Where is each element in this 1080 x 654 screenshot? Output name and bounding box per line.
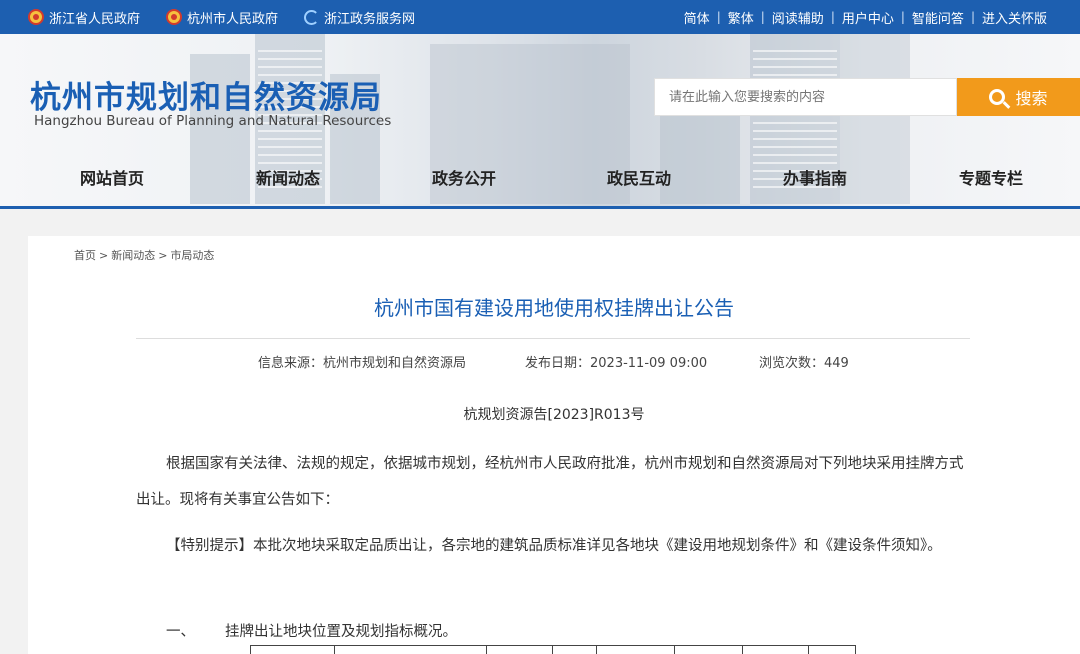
reading-assist-link[interactable]: 阅读辅助 [765,8,831,27]
site-header: 杭州市规划和自然资源局 Hangzhou Bureau of Planning … [0,34,1080,208]
nav-gov-affairs[interactable]: 政务公开 [432,165,496,205]
breadcrumb-separator: > [158,249,168,262]
paragraph-text: 根据国家有关法律、法规的规定，依据城市规划，经杭州市人民政府批准，杭州市规划和自… [136,456,964,508]
breadcrumb-home[interactable]: 首页 [74,249,96,262]
national-emblem-icon [166,9,183,25]
header-divider [0,206,1080,209]
care-mode-link[interactable]: 进入关怀版 [975,8,1054,27]
parcel-table [250,645,856,654]
top-bar: 浙江省人民政府 杭州市人民政府 浙江政务服务网 简体 | 繁体 | 阅读辅助 |… [0,0,1080,34]
article-title: 杭州市国有建设用地使用权挂牌出让公告 [374,296,734,320]
article-date: 发布日期：2023-11-09 09:00 [525,356,708,371]
hangzhou-gov-label: 杭州市人民政府 [187,11,279,27]
nav-service-guide[interactable]: 办事指南 [783,165,847,205]
nav-home[interactable]: 网站首页 [80,165,144,205]
paragraph-text: 【特别提示】本批次地块采取定品质出让，各宗地的建筑品质标准详见各地块《建设用地规… [166,538,942,554]
national-emblem-icon [28,9,44,25]
nav-interaction[interactable]: 政民互动 [607,165,671,205]
article-paragraph: 根据国家有关法律、法规的规定，依据城市规划，经杭州市人民政府批准，杭州市规划和自… [136,446,966,518]
breadcrumb-separator: > [99,249,109,262]
gov-links: 浙江省人民政府 杭州市人民政府 浙江政务服务网 [28,0,441,34]
site-logo-title[interactable]: 杭州市规划和自然资源局 [30,72,382,117]
title-divider [136,338,970,339]
smart-qa-link[interactable]: 智能问答 [905,8,971,27]
traditional-chinese-link[interactable]: 繁体 [721,8,761,27]
search-input[interactable] [654,78,957,116]
section-number: 一、 [166,624,195,640]
search-icon [989,89,1006,105]
zhejiang-gov-link[interactable]: 浙江省人民政府 [28,8,140,27]
special-notice-paragraph: 【特别提示】本批次地块采取定品质出让，各宗地的建筑品质标准详见各地块《建设用地规… [136,528,966,564]
search-button[interactable]: 搜索 [957,78,1080,116]
simplified-chinese-link[interactable]: 简体 [677,8,717,27]
user-center-link[interactable]: 用户中心 [835,8,901,27]
service-portal-icon [304,9,320,25]
document-number: 杭规划资源告[2023]R013号 [463,407,645,423]
breadcrumb: 首页 > 新闻动态 > 市局动态 [74,247,214,263]
article-views: 浏览次数：449 [759,356,849,371]
zj-service-label: 浙江政务服务网 [324,11,416,27]
nav-news[interactable]: 新闻动态 [256,165,320,205]
section-title: 挂牌出让地块位置及规划指标概况。 [225,624,457,640]
zhejiang-gov-label: 浙江省人民政府 [49,11,141,27]
hangzhou-gov-link[interactable]: 杭州市人民政府 [166,8,278,27]
article-panel: 首页 > 新闻动态 > 市局动态 杭州市国有建设用地使用权挂牌出让公告 信息来源：杭州市… [28,236,1080,654]
zj-service-link[interactable]: 浙江政务服务网 [304,8,415,27]
article-source: 信息来源：杭州市规划和自然资源局 [258,356,467,371]
search-button-label: 搜索 [1015,89,1048,108]
breadcrumb-news[interactable]: 新闻动态 [111,249,155,262]
breadcrumb-bureau-news[interactable]: 市局动态 [170,249,214,262]
main-nav: 网站首页 新闻动态 政务公开 政民互动 办事指南 专题专栏 [0,165,1080,205]
top-utility-links: 简体 | 繁体 | 阅读辅助 | 用户中心 | 智能问答 | 进入关怀版 [677,0,1054,34]
nav-special-topics[interactable]: 专题专栏 [959,165,1023,205]
site-logo-subtitle: Hangzhou Bureau of Planning and Natural … [34,113,392,129]
